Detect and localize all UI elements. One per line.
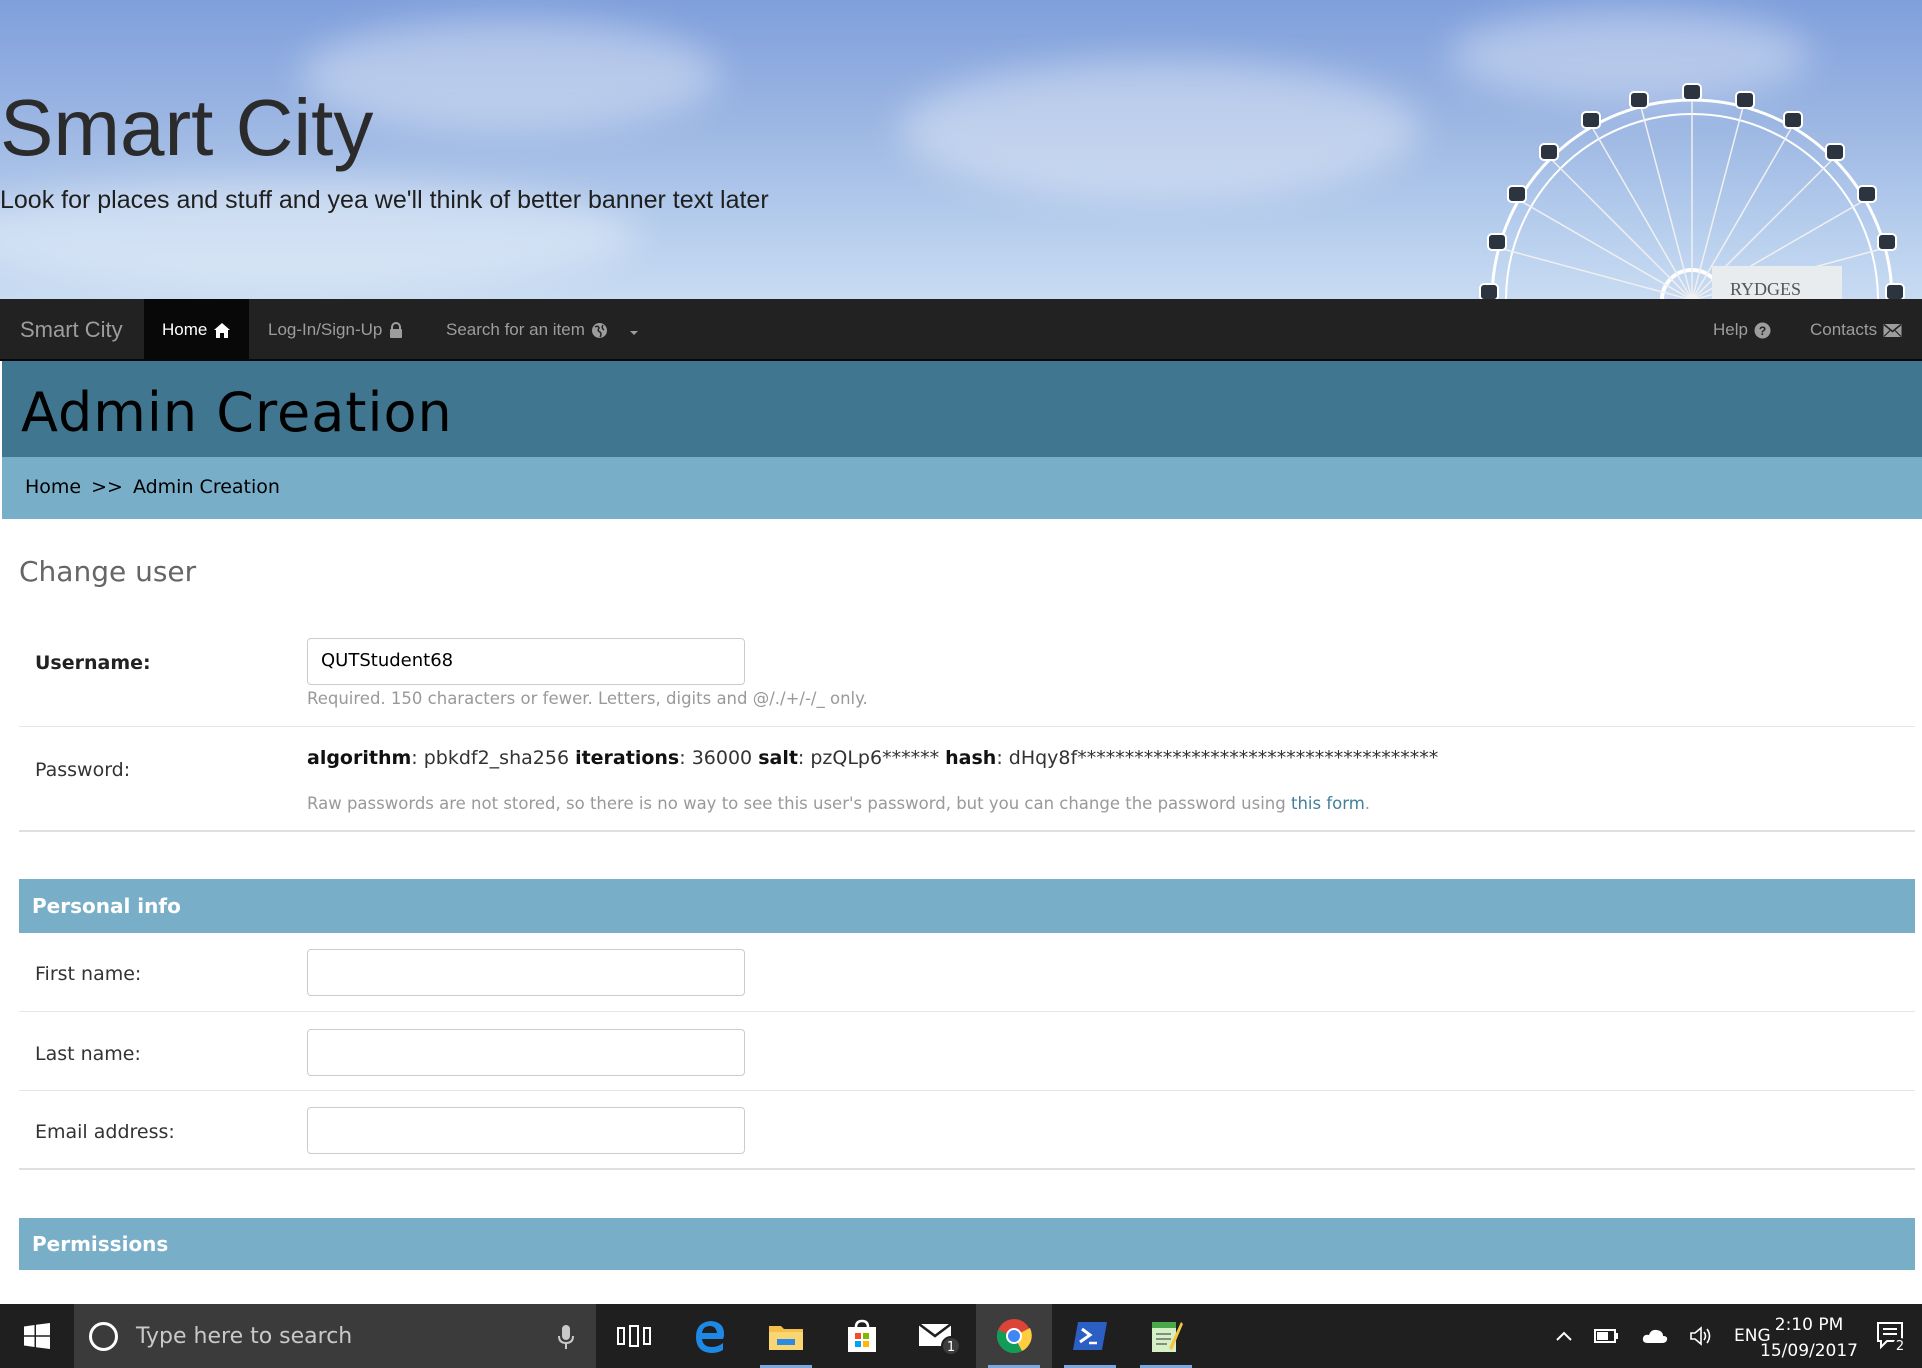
globe-icon xyxy=(591,322,607,338)
first-name-input[interactable] xyxy=(307,949,745,996)
algorithm-label: algorithm xyxy=(307,747,412,769)
form-title: Change user xyxy=(19,555,197,588)
caret-down-icon xyxy=(629,331,638,335)
username-label: Username: xyxy=(35,652,151,674)
admin-header: Admin Creation xyxy=(0,361,1922,457)
ferris-wheel-image: RYDGES xyxy=(1479,83,1905,299)
nav-login-signup[interactable]: Log-In/Sign-Up xyxy=(268,299,404,361)
breadcrumb-current: Admin Creation xyxy=(132,476,280,498)
nav-login-label: Log-In/Sign-Up xyxy=(268,320,383,339)
onedrive-cloud-icon[interactable] xyxy=(1642,1327,1668,1345)
envelope-icon xyxy=(1883,323,1902,337)
store-icon[interactable] xyxy=(824,1304,900,1368)
iterations-value: : 36000 xyxy=(679,747,759,769)
banner-subtitle: Look for places and stuff and yea we'll … xyxy=(0,186,769,214)
microphone-icon[interactable] xyxy=(558,1324,574,1350)
nav-home-label: Home xyxy=(162,320,208,339)
action-center-button[interactable]: 2 xyxy=(1862,1304,1922,1368)
breadcrumb-separator: >> xyxy=(91,476,123,498)
page-title: Admin Creation xyxy=(21,381,453,444)
banner-title: Smart City xyxy=(0,83,374,172)
username-row: Username: QUTStudent68 Required. 150 cha… xyxy=(19,620,1915,727)
last-name-label: Last name: xyxy=(35,1043,141,1065)
salt-value: : pzQLp6****** xyxy=(797,747,946,769)
hash-label: hash xyxy=(945,747,997,769)
chevron-up-icon[interactable] xyxy=(1556,1331,1572,1341)
nav-contacts-label: Contacts xyxy=(1810,320,1878,339)
password-hash-summary: algorithm: pbkdf2_sha256 iterations: 360… xyxy=(307,747,1438,769)
taskbar-search-box[interactable]: Type here to search xyxy=(74,1304,596,1368)
file-explorer-icon[interactable] xyxy=(748,1304,824,1368)
nav-search-dropdown[interactable]: Search for an item xyxy=(446,299,640,361)
breadcrumb-home-link[interactable]: Home xyxy=(25,476,81,498)
start-button[interactable] xyxy=(0,1304,74,1368)
taskbar-clock[interactable]: 2:10 PM 15/09/2017 xyxy=(1760,1312,1858,1364)
nav-home[interactable]: Home xyxy=(144,299,250,361)
personal-info-heading: Personal info xyxy=(32,894,181,918)
first-name-label: First name: xyxy=(35,963,142,985)
password-label: Password: xyxy=(35,759,131,781)
rydges-sign: RYDGES xyxy=(1730,279,1801,299)
site-banner: Smart City Look for places and stuff and… xyxy=(0,0,1922,299)
permissions-section-header[interactable]: Permissions xyxy=(19,1218,1915,1270)
salt-label: salt xyxy=(758,747,798,769)
powershell-icon[interactable] xyxy=(1052,1304,1128,1368)
clock-time: 2:10 PM xyxy=(1774,1315,1844,1335)
svg-text:?: ? xyxy=(1759,324,1766,338)
email-row: Email address: xyxy=(19,1091,1915,1170)
nav-search-label: Search for an item xyxy=(446,320,585,339)
navbar-brand[interactable]: Smart City xyxy=(20,317,123,343)
mail-badge-count: 1 xyxy=(947,1340,955,1355)
hash-value: : dHqy8f********************************… xyxy=(996,747,1439,769)
breadcrumb: Home >> Admin Creation xyxy=(0,457,1922,519)
cortana-icon xyxy=(89,1322,118,1351)
permissions-heading: Permissions xyxy=(32,1232,169,1256)
change-password-link[interactable]: this form xyxy=(1291,794,1365,813)
top-navbar: Smart City Home Log-In/Sign-Up Search fo… xyxy=(0,299,1922,361)
notification-icon: 2 xyxy=(1877,1322,1907,1353)
nav-help[interactable]: Help ? xyxy=(1713,299,1771,361)
password-help-text: Raw passwords are not stored, so there i… xyxy=(307,794,1370,813)
username-input[interactable]: QUTStudent68 xyxy=(307,638,745,685)
algorithm-value: : pbkdf2_sha256 xyxy=(411,747,576,769)
last-name-row: Last name: xyxy=(19,1012,1915,1091)
username-help-text: Required. 150 characters or fewer. Lette… xyxy=(307,689,868,708)
first-name-row: First name: xyxy=(19,933,1915,1012)
home-icon xyxy=(214,322,231,338)
nav-help-label: Help xyxy=(1713,320,1748,339)
edge-icon[interactable] xyxy=(672,1304,748,1368)
chrome-icon[interactable] xyxy=(976,1304,1052,1368)
password-help-body: Raw passwords are not stored, so there i… xyxy=(307,794,1291,813)
iterations-label: iterations xyxy=(575,747,680,769)
password-row: Password: algorithm: pbkdf2_sha256 itera… xyxy=(19,727,1915,832)
cloud-decoration xyxy=(900,60,1420,200)
task-view-icon[interactable] xyxy=(596,1304,672,1368)
volume-icon[interactable] xyxy=(1690,1326,1712,1346)
password-help-end: . xyxy=(1364,794,1371,813)
personal-info-section-header[interactable]: Personal info xyxy=(19,879,1915,933)
system-tray: ENG xyxy=(1556,1304,1771,1368)
lock-icon xyxy=(390,321,403,338)
taskbar-search-placeholder: Type here to search xyxy=(136,1324,353,1349)
email-input[interactable] xyxy=(307,1107,745,1154)
notepad-icon[interactable] xyxy=(1128,1304,1204,1368)
mail-icon[interactable]: 1 xyxy=(900,1304,976,1368)
clock-date: 15/09/2017 xyxy=(1760,1341,1858,1361)
nav-contacts[interactable]: Contacts xyxy=(1810,299,1902,361)
last-name-input[interactable] xyxy=(307,1029,745,1076)
notification-count: 2 xyxy=(1896,1339,1904,1353)
email-label: Email address: xyxy=(35,1121,175,1143)
question-circle-icon: ? xyxy=(1754,322,1771,338)
windows-taskbar: Type here to search 1 ENG 2:10 PM 15/09/… xyxy=(0,1304,1922,1368)
battery-icon[interactable] xyxy=(1594,1328,1620,1344)
windows-logo-icon xyxy=(24,1323,50,1349)
